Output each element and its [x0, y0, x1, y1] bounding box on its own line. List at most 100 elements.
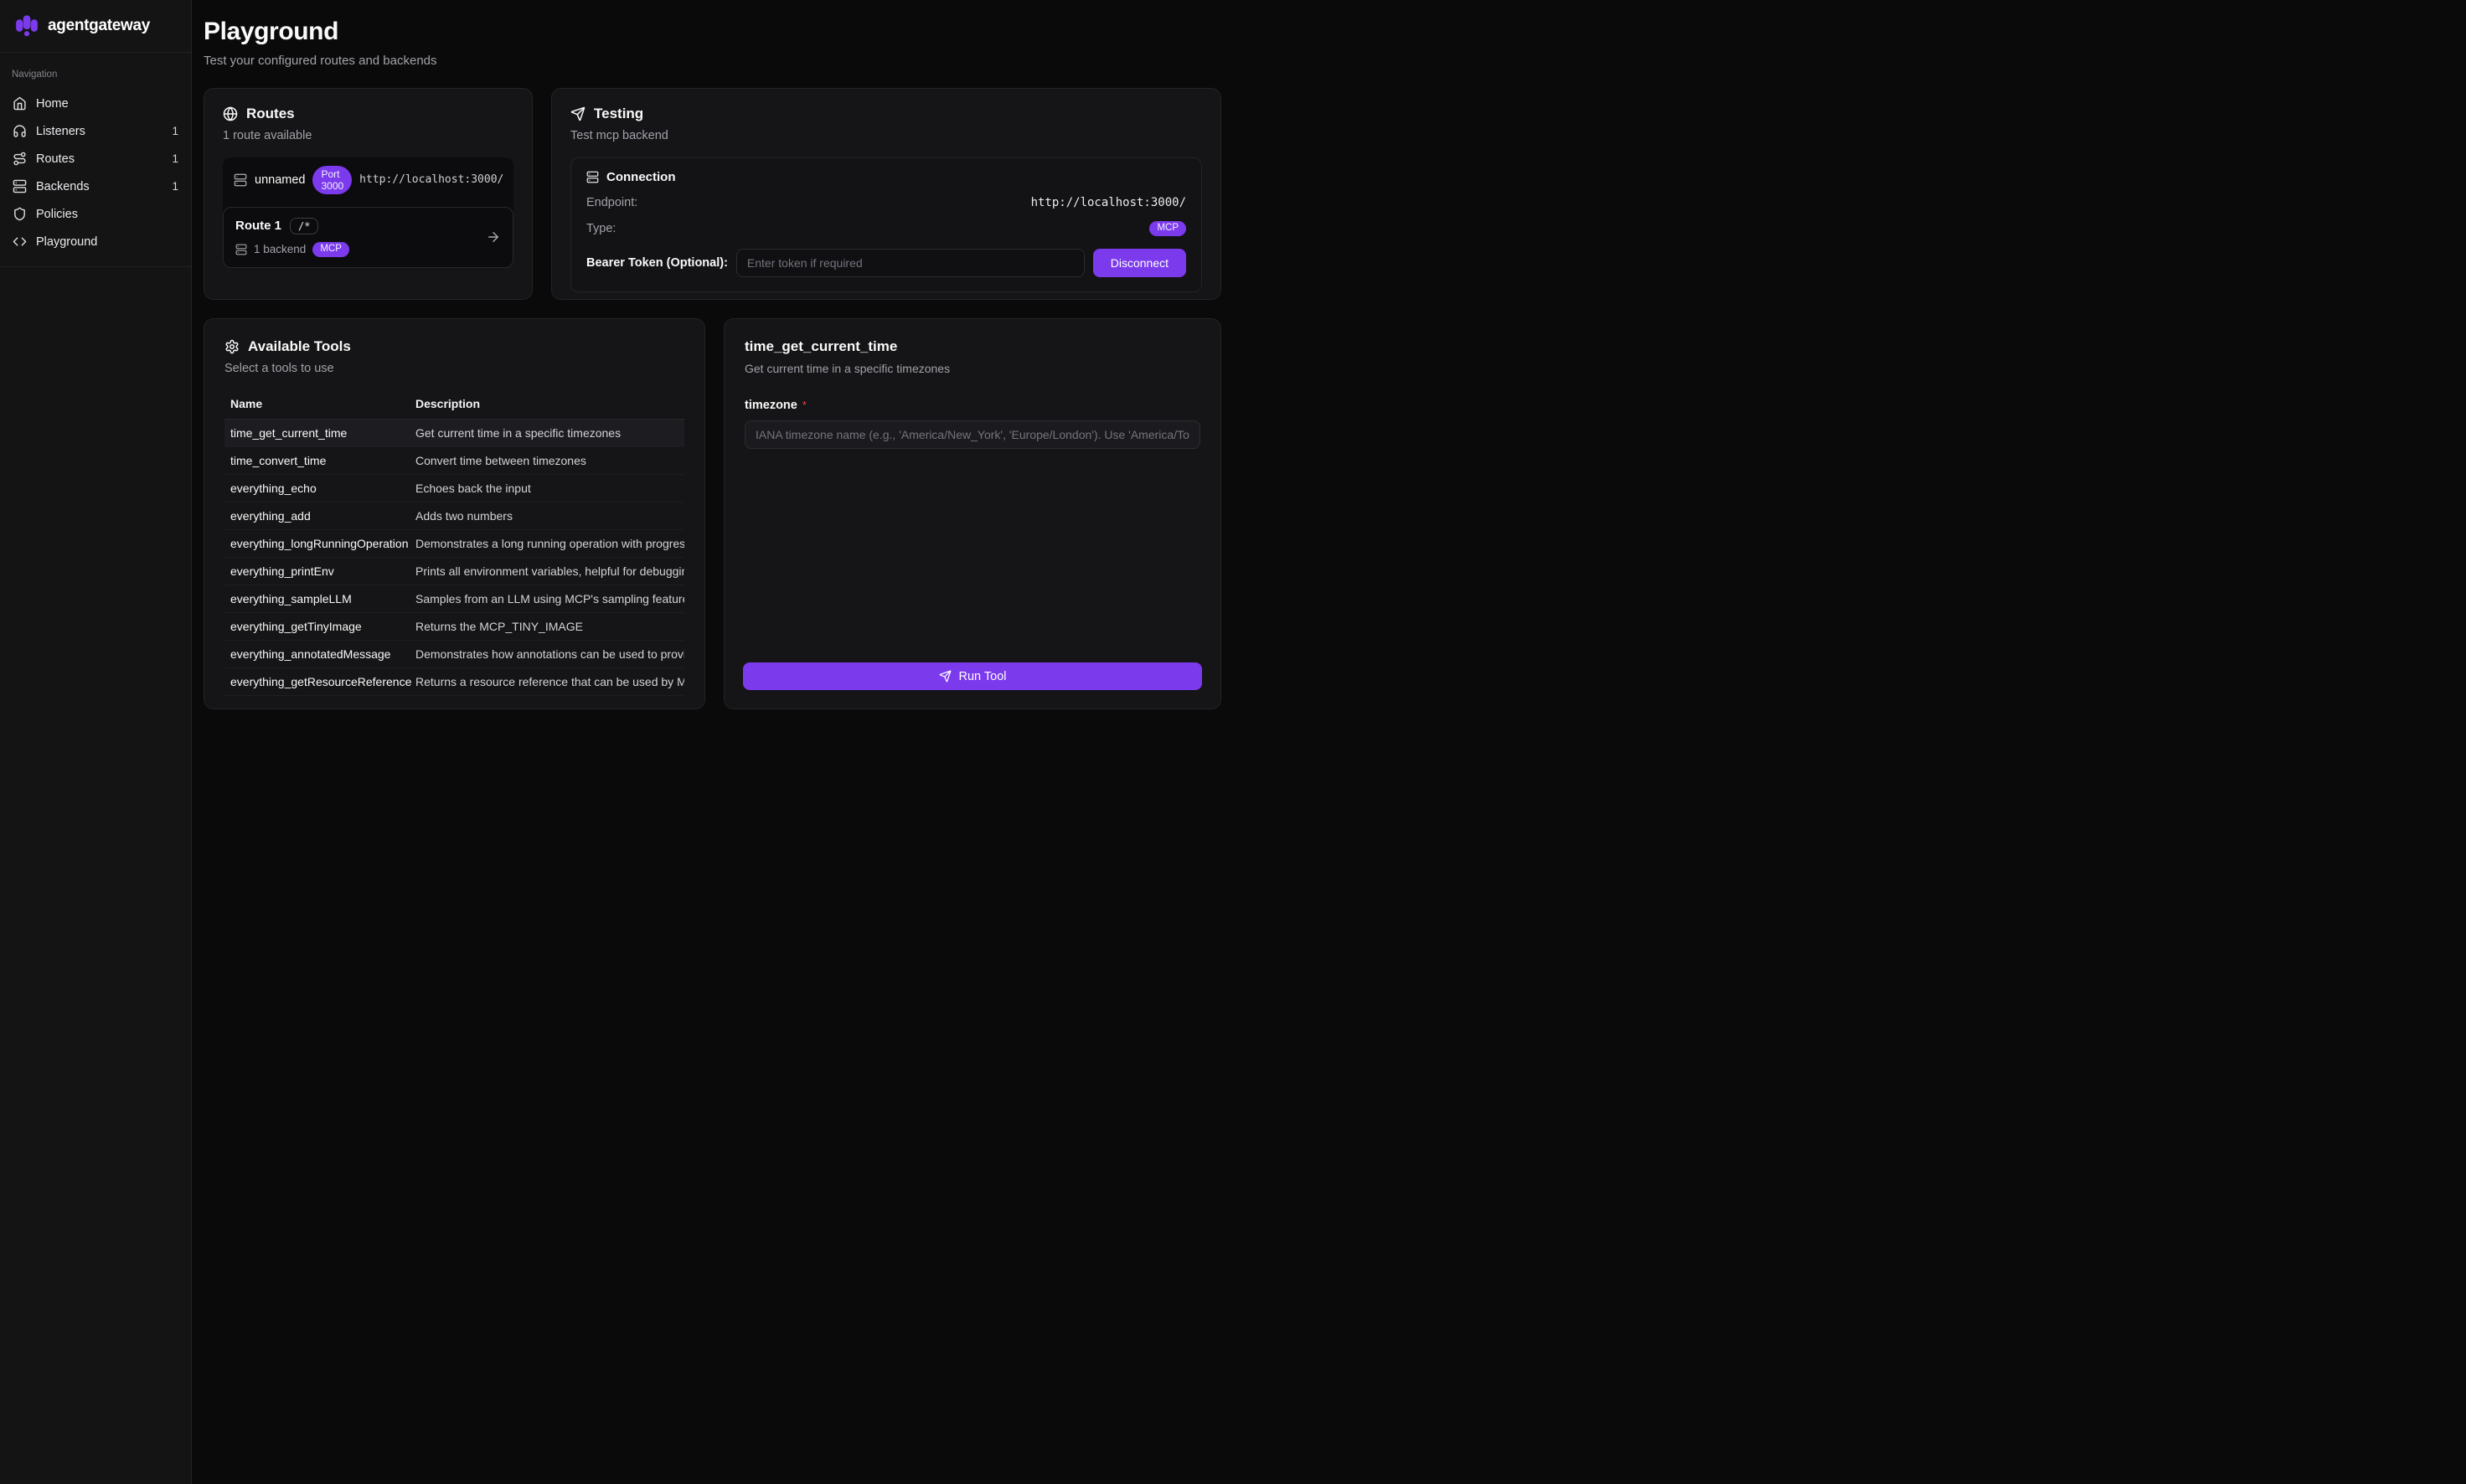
route-type-badge: MCP: [312, 242, 349, 257]
globe-icon: [223, 106, 238, 121]
endpoint-value: http://localhost:3000/: [1031, 196, 1186, 209]
agentgateway-logo-icon: [14, 13, 39, 39]
send-icon: [570, 106, 586, 121]
run-tool-label: Run Tool: [959, 670, 1007, 683]
routes-card: Routes 1 route available unnamed Port 30…: [204, 88, 533, 300]
sidebar-item-label: Playground: [36, 235, 97, 249]
runner-tool-title: time_get_current_time: [745, 338, 1200, 355]
send-icon: [939, 670, 952, 683]
required-marker: *: [802, 399, 807, 411]
bearer-token-label: Bearer Token (Optional):: [586, 256, 728, 270]
sidebar-item-playground[interactable]: Playground: [0, 228, 191, 255]
tool-description-cell: Samples from an LLM using MCP's sampling…: [415, 592, 684, 605]
server-icon: [235, 244, 247, 255]
table-row[interactable]: time_get_current_timeGet current time in…: [224, 420, 684, 447]
connection-title: Connection: [606, 170, 676, 184]
arrow-right-icon[interactable]: [486, 229, 501, 245]
listener-url: http://localhost:3000/: [359, 173, 503, 186]
table-row[interactable]: everything_sampleLLMSamples from an LLM …: [224, 585, 684, 613]
tool-description-cell: Returns the MCP_TINY_IMAGE: [415, 620, 684, 633]
table-row[interactable]: everything_echoEchoes back the input: [224, 475, 684, 502]
tool-description-cell: Echoes back the input: [415, 482, 684, 495]
sidebar-item-count: 1: [172, 125, 178, 137]
table-row[interactable]: time_convert_timeConvert time between ti…: [224, 447, 684, 475]
sidebar-item-label: Routes: [36, 152, 75, 166]
sidebar: agentgateway Navigation HomeListeners1Ro…: [0, 0, 192, 1484]
tools-card-subtitle: Select a tools to use: [224, 362, 684, 375]
sidebar-item-count: 1: [172, 152, 178, 165]
tool-description-cell: Adds two numbers: [415, 509, 684, 523]
tool-name-cell: everything_longRunningOperation: [224, 537, 415, 550]
sidebar-item-label: Backends: [36, 180, 90, 193]
tool-description-cell: Demonstrates how annotations can be used…: [415, 647, 684, 661]
tool-runner-card: time_get_current_time Get current time i…: [724, 318, 1221, 709]
tool-name-cell: time_get_current_time: [224, 426, 415, 440]
tools-table-header: Name Description: [224, 397, 684, 420]
run-tool-button[interactable]: Run Tool: [743, 662, 1202, 690]
available-tools-card: Available Tools Select a tools to use Na…: [204, 318, 705, 709]
tool-name-cell: everything_printEnv: [224, 564, 415, 578]
table-row[interactable]: everything_getResourceReferenceReturns a…: [224, 668, 684, 696]
sidebar-item-backends[interactable]: Backends1: [0, 173, 191, 200]
route-icon: [13, 152, 27, 166]
tool-name-cell: everything_getResourceReference: [224, 675, 415, 688]
testing-card: Testing Test mcp backend Connection Endp…: [551, 88, 1221, 300]
sidebar-item-listeners[interactable]: Listeners 1: [0, 117, 191, 145]
brand-name: agentgateway: [48, 17, 150, 35]
type-badge: MCP: [1149, 221, 1186, 236]
routes-card-subtitle: 1 route available: [223, 129, 513, 142]
tool-name-cell: everything_add: [224, 509, 415, 523]
tool-name-cell: everything_getTinyImage: [224, 620, 415, 633]
table-row[interactable]: everything_longRunningOperationDemonstra…: [224, 530, 684, 558]
routes-card-title: Routes: [246, 106, 295, 122]
sidebar-item-label: Listeners: [36, 125, 85, 138]
table-row[interactable]: everything_getTinyImageReturns the MCP_T…: [224, 613, 684, 641]
tool-description-cell: Prints all environment variables, helpfu…: [415, 564, 684, 578]
tools-card-title: Available Tools: [248, 338, 351, 355]
listener-name: unnamed: [255, 173, 305, 187]
server-icon: [586, 171, 599, 183]
table-row[interactable]: everything_annotatedMessageDemonstrates …: [224, 641, 684, 668]
connection-panel: Connection Endpoint: http://localhost:30…: [570, 157, 1202, 292]
page-title: Playground: [204, 18, 1221, 46]
listener-row[interactable]: unnamed Port 3000 http://localhost:3000/: [223, 157, 513, 203]
headphones-icon: [13, 124, 27, 138]
nav-list: Home Listeners 1 Routes 1 Backends1Policies Pl…: [0, 90, 191, 255]
table-row[interactable]: everything_printEnvPrints all environmen…: [224, 558, 684, 585]
route-backend-count: 1 backend: [254, 243, 306, 255]
brand[interactable]: agentgateway: [0, 0, 191, 53]
column-header-name: Name: [224, 397, 415, 410]
endpoint-label: Endpoint:: [586, 196, 637, 209]
tool-name-cell: time_convert_time: [224, 454, 415, 467]
tool-name-cell: everything_annotatedMessage: [224, 647, 415, 661]
tool-description-cell: Convert time between timezones: [415, 454, 684, 467]
timezone-input[interactable]: [745, 420, 1200, 449]
main-content: Playground Test your configured routes a…: [192, 0, 1233, 709]
runner-tool-subtitle: Get current time in a specific timezones: [745, 362, 1200, 375]
server-icon: [234, 173, 247, 187]
column-header-description: Description: [415, 397, 684, 410]
table-row[interactable]: everything_addAdds two numbers: [224, 502, 684, 530]
route-name: Route 1: [235, 219, 281, 233]
tools-table: Name Description time_get_current_timeGe…: [224, 397, 684, 696]
type-label: Type:: [586, 222, 616, 235]
sidebar-item-routes[interactable]: Routes 1: [0, 145, 191, 173]
sidebar-item-label: Home: [36, 97, 69, 111]
sidebar-item-home[interactable]: Home: [0, 90, 191, 117]
testing-card-title: Testing: [594, 106, 643, 122]
server-icon: [13, 179, 27, 193]
bearer-token-input[interactable]: [736, 249, 1085, 277]
tools-table-body: time_get_current_timeGet current time in…: [224, 420, 684, 696]
tool-description-cell: Get current time in a specific timezones: [415, 426, 684, 440]
tool-name-cell: everything_sampleLLM: [224, 592, 415, 605]
code-icon: [13, 234, 27, 249]
disconnect-button[interactable]: Disconnect: [1093, 249, 1186, 277]
testing-card-subtitle: Test mcp backend: [570, 129, 1202, 142]
tool-description-cell: Demonstrates a long running operation wi…: [415, 537, 684, 550]
home-icon: [13, 96, 27, 111]
sidebar-divider: [0, 266, 191, 267]
route-item[interactable]: Route 1 /* 1 backend MCP: [223, 207, 513, 268]
sidebar-item-policies[interactable]: Policies: [0, 200, 191, 228]
page-subtitle: Test your configured routes and backends: [204, 54, 1221, 68]
nav-section-label: Navigation: [12, 70, 179, 80]
